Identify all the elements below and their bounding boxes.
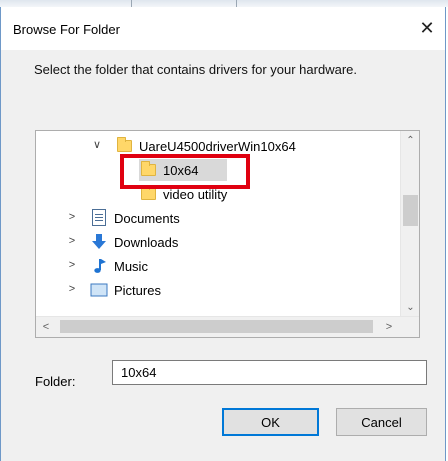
background-window-strip xyxy=(0,0,448,7)
scroll-down-button[interactable]: ⌄ xyxy=(401,298,419,316)
expand-chevron-icon[interactable]: > xyxy=(66,283,78,295)
tree-item-downloads[interactable]: > Downloads xyxy=(36,230,400,254)
tree-item-label: UareU4500driverWin10x64 xyxy=(139,139,296,154)
folder-field-label: Folder: xyxy=(35,374,76,389)
tree-item-uareu4500driverwin10x64[interactable]: ∨ UareU4500driverWin10x64 xyxy=(36,134,400,158)
collapse-chevron-icon[interactable]: ∨ xyxy=(91,139,103,151)
folder-path-input[interactable] xyxy=(112,360,427,385)
scroll-up-button[interactable]: ⌃ xyxy=(401,131,419,149)
close-icon: ✕ xyxy=(419,17,435,38)
chevron-up-icon: ⌃ xyxy=(406,134,415,146)
close-button[interactable]: ✕ xyxy=(409,13,445,43)
title-bar[interactable]: Browse For Folder ✕ xyxy=(1,7,445,50)
tree-item-label: Music xyxy=(114,259,148,274)
vertical-scrollbar[interactable]: ⌃ ⌄ xyxy=(400,131,419,316)
expand-chevron-icon[interactable]: > xyxy=(66,211,78,223)
scroll-right-button[interactable]: > xyxy=(379,317,399,337)
chevron-left-icon: < xyxy=(42,321,50,333)
folder-icon xyxy=(139,161,157,179)
folder-icon xyxy=(115,137,133,155)
instruction-text: Select the folder that contains drivers … xyxy=(34,62,357,77)
tree-item-documents[interactable]: > Documents xyxy=(36,206,400,230)
tree-item-label: 10x64 xyxy=(163,163,199,178)
tree-item-label: Downloads xyxy=(114,235,179,250)
folder-tree-content: ∨ UareU4500driverWin10x64 10x64 video utili… xyxy=(36,131,400,316)
tree-item-10x64[interactable]: 10x64 xyxy=(36,158,400,182)
browse-for-folder-dialog: Browse For Folder ✕ Select the folder th… xyxy=(0,7,446,461)
expand-chevron-icon[interactable]: > xyxy=(66,235,78,247)
horizontal-scroll-thumb[interactable] xyxy=(60,320,373,333)
pictures-icon xyxy=(90,281,108,299)
music-note-icon xyxy=(90,257,108,275)
chevron-right-icon: > xyxy=(385,321,393,333)
ok-button[interactable]: OK xyxy=(222,408,319,436)
download-arrow-icon xyxy=(90,233,108,251)
documents-icon xyxy=(90,209,108,227)
tree-item-music[interactable]: > Music xyxy=(36,254,400,278)
chevron-down-icon: ⌄ xyxy=(406,301,415,313)
tree-item-label: Documents xyxy=(114,211,180,226)
tree-item-video-utility[interactable]: video utility xyxy=(36,182,400,206)
folder-tree-view[interactable]: ∨ UareU4500driverWin10x64 10x64 video utili… xyxy=(35,130,420,338)
scroll-left-button[interactable]: < xyxy=(36,317,56,337)
horizontal-scrollbar[interactable]: < > xyxy=(36,316,419,337)
tree-item-label: Pictures xyxy=(114,283,161,298)
vertical-scroll-thumb[interactable] xyxy=(403,195,418,226)
expand-chevron-icon[interactable]: > xyxy=(66,259,78,271)
folder-icon xyxy=(139,185,157,203)
cancel-button[interactable]: Cancel xyxy=(336,408,427,436)
dialog-title: Browse For Folder xyxy=(13,22,120,37)
tree-item-pictures[interactable]: > Pictures xyxy=(36,278,400,302)
tree-item-label: video utility xyxy=(163,187,228,202)
